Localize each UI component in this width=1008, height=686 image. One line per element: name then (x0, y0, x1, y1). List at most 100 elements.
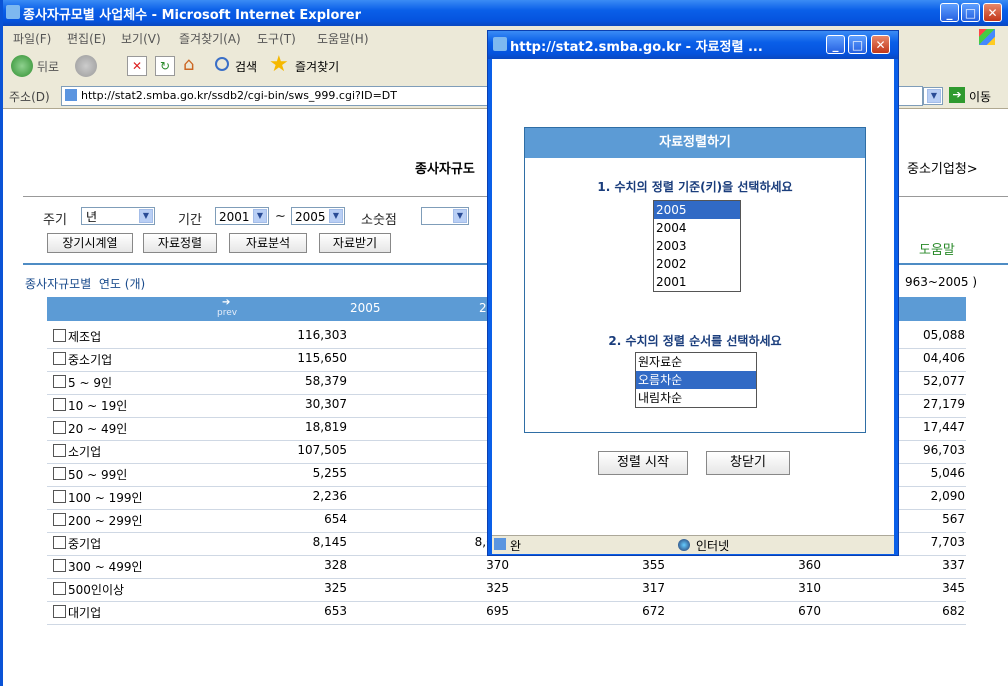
prev-label[interactable]: prev (217, 308, 237, 318)
prev-arrow-icon[interactable]: ➔ (222, 297, 230, 308)
row-checkbox[interactable] (53, 605, 66, 618)
row-checkbox[interactable] (53, 398, 66, 411)
forward-arrow-icon[interactable] (75, 55, 97, 77)
popup-maximize-button[interactable]: □ (848, 35, 867, 54)
row-label[interactable]: 300 ~ 499인 (53, 558, 143, 575)
row-checkbox[interactable] (53, 352, 66, 365)
sort-data-button[interactable]: 자료정렬 (143, 233, 217, 253)
analyze-data-button[interactable]: 자료분석 (229, 233, 307, 253)
table-cell: 2,090 (930, 489, 965, 503)
search-button-label[interactable]: 검색 (235, 58, 257, 75)
favorites-star-icon[interactable]: ★ (269, 52, 289, 77)
menu-help[interactable]: 도움말(H) (317, 30, 369, 47)
go-label[interactable]: 이동 (969, 88, 991, 105)
row-label[interactable]: 500인이상 (53, 581, 124, 598)
sort-key-listbox[interactable]: 2005 2004 2003 2002 2001 (653, 200, 741, 292)
row-label[interactable]: 중소기업 (53, 351, 112, 368)
col-2005-header[interactable]: 2005 (350, 301, 381, 315)
breadcrumb: 종사자규모별 연도 (개) (25, 277, 146, 291)
menu-edit[interactable]: 편집(E) (67, 30, 106, 47)
table-cell: 670 (798, 604, 821, 618)
row-label[interactable]: 대기업 (53, 604, 101, 621)
row-label[interactable]: 중기업 (53, 535, 101, 552)
sort-order-option[interactable]: 내림차순 (636, 389, 756, 407)
sort-key-option[interactable]: 2005 (654, 201, 740, 219)
go-arrow-icon[interactable]: ➔ (949, 87, 965, 103)
row-label[interactable]: 소기업 (53, 443, 101, 460)
minimize-button[interactable]: _ (940, 3, 959, 22)
table-cell: 672 (642, 604, 665, 618)
table-cell: 8,145 (312, 535, 347, 549)
close-window-button[interactable]: 창닫기 (706, 451, 790, 475)
row-label-text: 제조업 (68, 330, 102, 344)
menu-tools[interactable]: 도구(T) (257, 30, 296, 47)
row-checkbox[interactable] (53, 513, 66, 526)
period-label: 주기 (43, 213, 67, 228)
sort-key-option[interactable]: 2002 (654, 255, 740, 273)
row-label-text: 100 ~ 199인 (68, 491, 143, 505)
sort-key-question: 1. 수치의 정렬 기준(키)을 선택하세요 (597, 180, 793, 194)
download-data-button[interactable]: 자료받기 (319, 233, 391, 253)
close-button[interactable]: ✕ (983, 3, 1002, 22)
address-label: 주소(D) (9, 90, 50, 104)
decimal-label: 소숫점 (361, 213, 397, 228)
row-checkbox[interactable] (53, 467, 66, 480)
row-label-text: 500인이상 (68, 583, 125, 597)
period-select[interactable]: 년 ▼ (81, 207, 155, 225)
back-button-label[interactable]: 뒤로 (37, 58, 59, 75)
row-label[interactable]: 10 ~ 19인 (53, 397, 127, 414)
row-checkbox[interactable] (53, 375, 66, 388)
stop-icon[interactable]: ✕ (127, 56, 147, 76)
col-2004-header[interactable]: 2 (479, 301, 487, 315)
sort-panel: 자료정렬하기 1. 수치의 정렬 기준(키)을 선택하세요 2005 2004 … (524, 127, 866, 433)
sort-order-option[interactable]: 오름차순 (636, 371, 756, 389)
decimal-select[interactable]: ▼ (421, 207, 469, 225)
table-cell: 05,088 (923, 328, 965, 342)
page-title: 종사자규도 (415, 162, 475, 177)
row-checkbox[interactable] (53, 490, 66, 503)
sort-key-option[interactable]: 2003 (654, 237, 740, 255)
row-label[interactable]: 20 ~ 49인 (53, 420, 127, 437)
maximize-button[interactable]: □ (961, 3, 980, 22)
help-link[interactable]: 도움말 (919, 239, 955, 258)
sort-order-option[interactable]: 원자료순 (636, 353, 756, 371)
start-sort-button[interactable]: 정렬 시작 (598, 451, 688, 475)
table-cell: 116,303 (297, 328, 347, 342)
row-checkbox[interactable] (53, 329, 66, 342)
table-cell: 345 (942, 581, 965, 595)
menu-view[interactable]: 보기(V) (121, 30, 161, 47)
popup-minimize-button[interactable]: _ (826, 35, 845, 54)
row-checkbox[interactable] (53, 536, 66, 549)
favorites-button-label[interactable]: 즐겨찾기 (295, 58, 339, 75)
row-checkbox[interactable] (53, 582, 66, 595)
table-cell: 7,703 (930, 535, 965, 549)
sort-key-option[interactable]: 2001 (654, 273, 740, 291)
row-label[interactable]: 100 ~ 199인 (53, 489, 143, 506)
table-cell: 653 (324, 604, 347, 618)
sort-key-option[interactable]: 2004 (654, 219, 740, 237)
refresh-icon[interactable]: ↻ (155, 56, 175, 76)
sort-order-listbox[interactable]: 원자료순 오름차순 내림차순 (635, 352, 757, 408)
row-label[interactable]: 5 ~ 9인 (53, 374, 112, 391)
home-icon[interactable]: ⌂ (183, 55, 203, 75)
back-arrow-icon[interactable] (11, 55, 33, 77)
menu-favorites[interactable]: 즐겨찾기(A) (179, 30, 241, 47)
range-from-select[interactable]: 2001 ▼ (215, 207, 269, 225)
popup-close-button[interactable]: ✕ (871, 35, 890, 54)
row-checkbox[interactable] (53, 421, 66, 434)
menu-file[interactable]: 파일(F) (13, 30, 51, 47)
range-to-select[interactable]: 2005 ▼ (291, 207, 345, 225)
search-icon[interactable] (215, 57, 229, 71)
row-checkbox[interactable] (53, 444, 66, 457)
windows-logo-icon (979, 29, 995, 45)
row-checkbox[interactable] (53, 559, 66, 572)
row-label-text: 50 ~ 99인 (68, 468, 128, 482)
address-dropdown[interactable]: ▼ (923, 87, 943, 105)
table-cell: 27,179 (923, 397, 965, 411)
popup-title-bar: http://stat2.smba.go.kr - 자료정렬 ... _ □ ✕ (488, 31, 898, 59)
row-label[interactable]: 200 ~ 299인 (53, 512, 143, 529)
row-label[interactable]: 50 ~ 99인 (53, 466, 127, 483)
long-series-button[interactable]: 장기시계열 (47, 233, 133, 253)
table-cell: 654 (324, 512, 347, 526)
row-label[interactable]: 제조업 (53, 328, 101, 345)
